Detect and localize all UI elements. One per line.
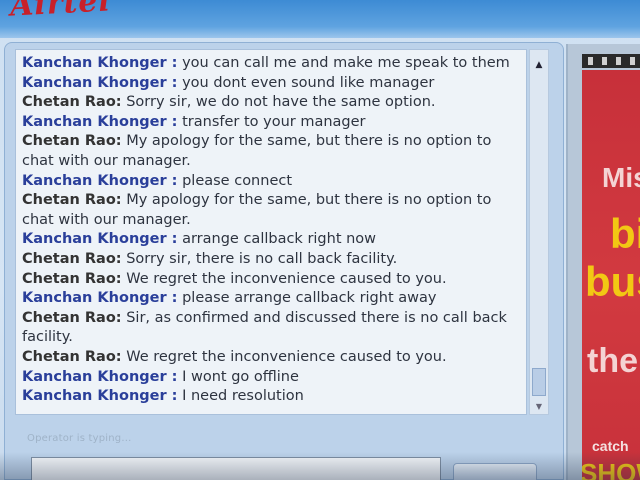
chat-message: Kanchan Khonger : please connect — [22, 172, 526, 192]
chat-message: Chetan Rao: Sir, as confirmed and discus… — [22, 309, 514, 348]
message-sender: Kanchan Khonger : — [22, 231, 178, 248]
chat-message: Kanchan Khonger : you can call me and ma… — [22, 54, 526, 74]
message-text: please connect — [182, 172, 293, 189]
message-text: Sorry sir, we do not have the same optio… — [126, 94, 436, 111]
film-hole — [630, 57, 635, 65]
message-sender: Chetan Rao: — [22, 348, 122, 365]
send-button[interactable] — [453, 463, 537, 480]
ad-sidebar: Mis bi bus the catch SHOW — [566, 44, 640, 480]
message-sender: Kanchan Khonger : — [22, 290, 178, 307]
ad-text-line: SHOW — [582, 458, 640, 480]
chevron-down-icon[interactable]: ▼ — [533, 402, 545, 412]
message-sender: Kanchan Khonger : — [22, 172, 178, 189]
chat-message: Chetan Rao: We regret the inconvenience … — [22, 348, 526, 368]
chat-message: Chetan Rao: My apology for the same, but… — [22, 191, 514, 230]
chat-window: Kanchan Khonger : you can call me and ma… — [4, 42, 564, 480]
chat-message: Chetan Rao: We regret the inconvenience … — [22, 270, 526, 290]
film-hole — [616, 57, 621, 65]
chat-message: Kanchan Khonger : please arrange callbac… — [22, 289, 526, 309]
ad-banner[interactable]: Mis bi bus the catch SHOW — [582, 70, 640, 480]
message-text: please arrange callback right away — [182, 290, 437, 307]
message-sender: Chetan Rao: — [22, 250, 122, 267]
message-sender: Chetan Rao: — [22, 133, 122, 150]
film-hole — [588, 57, 593, 65]
message-sender: Kanchan Khonger : — [22, 113, 178, 130]
ad-text-line: bus — [585, 258, 640, 305]
chat-transcript[interactable]: Kanchan Khonger : you can call me and ma… — [15, 49, 527, 415]
chat-message: Kanchan Khonger : I need resolution — [22, 387, 526, 407]
message-sender: Chetan Rao: — [22, 192, 122, 209]
ad-text-line: bi — [610, 210, 640, 257]
message-input[interactable] — [31, 457, 441, 480]
message-text: Sorry sir, there is no call back facilit… — [126, 250, 398, 267]
message-sender: Kanchan Khonger : — [22, 388, 178, 405]
chat-message: Kanchan Khonger : you dont even sound li… — [22, 74, 526, 94]
typing-indicator: Operator is typing... — [27, 433, 132, 444]
brand-logo[interactable]: Airtel — [9, 0, 112, 24]
message-text: I need resolution — [182, 388, 304, 405]
message-text: arrange callback right now — [182, 231, 377, 248]
message-text: you dont even sound like manager — [182, 74, 435, 91]
message-sender: Kanchan Khonger : — [22, 74, 178, 91]
top-banner: Airtel — [0, 0, 640, 38]
message-text: We regret the inconvenience caused to yo… — [126, 348, 447, 365]
transcript-scrollbar[interactable]: ▲ ▼ — [529, 49, 549, 415]
chat-message: Kanchan Khonger : I wont go offline — [22, 368, 526, 388]
message-text: you can call me and make me speak to the… — [182, 55, 510, 71]
ad-film-strip — [582, 54, 640, 68]
message-sender: Kanchan Khonger : — [22, 55, 178, 71]
ad-text-line: Mis — [602, 162, 640, 193]
chevron-up-icon[interactable]: ▲ — [533, 60, 545, 70]
chat-message: Kanchan Khonger : transfer to your manag… — [22, 113, 526, 133]
scrollbar-thumb[interactable] — [532, 368, 546, 396]
message-sender: Chetan Rao: — [22, 309, 122, 326]
message-text: I wont go offline — [182, 368, 299, 385]
chat-message: Kanchan Khonger : arrange callback right… — [22, 230, 526, 250]
message-sender: Chetan Rao: — [22, 94, 122, 111]
message-text: transfer to your manager — [182, 113, 366, 130]
film-hole — [602, 57, 607, 65]
message-sender: Chetan Rao: — [22, 270, 122, 287]
chat-message: Chetan Rao: My apology for the same, but… — [22, 132, 514, 171]
chat-page: Airtel Kanchan Khonger : you can call me… — [0, 0, 640, 480]
message-sender: Kanchan Khonger : — [22, 368, 178, 385]
chat-message: Chetan Rao: Sorry sir, there is no call … — [22, 250, 526, 270]
ad-text-line: the — [587, 342, 638, 380]
chat-message: Chetan Rao: Sorry sir, we do not have th… — [22, 93, 526, 113]
ad-text-line: catch — [592, 438, 629, 454]
message-text: We regret the inconvenience caused to yo… — [126, 270, 447, 287]
